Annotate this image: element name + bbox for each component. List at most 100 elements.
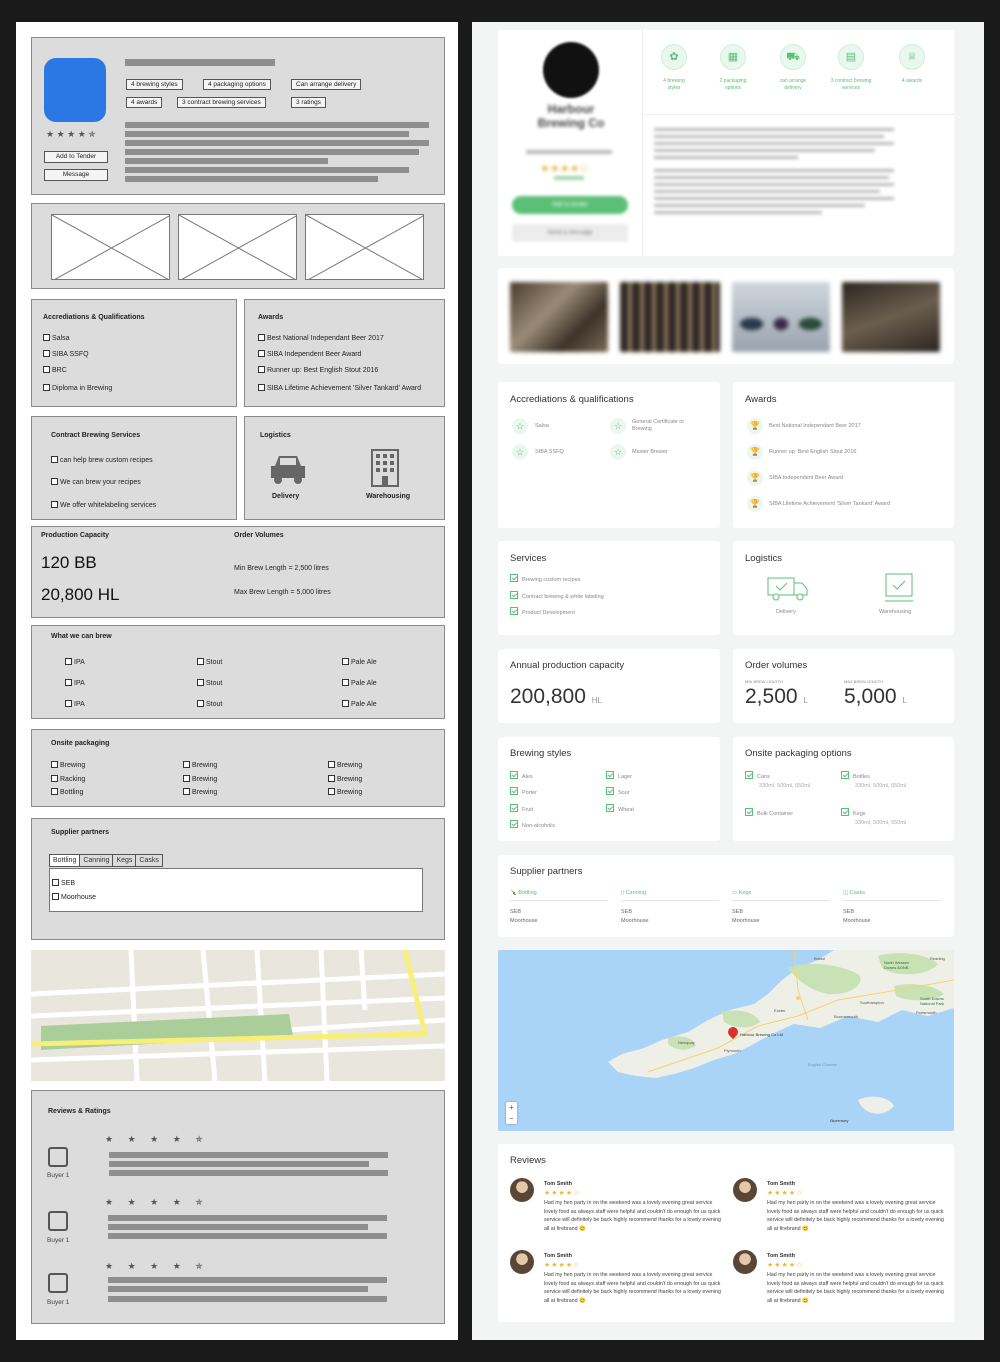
wire-checkbox-item[interactable]: BRC bbox=[43, 366, 67, 374]
order-volumes-card: Order volumes MIN BREW LENGTH 2,500 L MA… bbox=[733, 649, 954, 723]
award-item: SIBA Lifetime Achievement 'Silver Tankar… bbox=[769, 501, 891, 507]
packaging-sizes: 330ml, 500ml, 650ml bbox=[855, 783, 907, 789]
star-badge-icon: ☆ bbox=[610, 444, 626, 460]
stat-label: 4 awards bbox=[901, 78, 923, 84]
wire-checkbox-item[interactable]: Pale Ale bbox=[342, 658, 377, 666]
capacity-card: Annual production capacity 200,800 HL bbox=[498, 649, 720, 723]
wire-tab[interactable]: Casks bbox=[136, 854, 163, 867]
wire-checkbox-item[interactable]: Pale Ale bbox=[342, 679, 377, 687]
accreditations-title: Accrediations & qualifications bbox=[510, 394, 634, 405]
trophy-icon: 🏆 bbox=[747, 470, 763, 486]
wire-checkbox-item[interactable]: SEB bbox=[52, 879, 75, 887]
gallery-photo[interactable] bbox=[842, 282, 940, 352]
service-item: Contract brewing & white labeling bbox=[510, 591, 604, 600]
map-place-label: Newquay bbox=[678, 1040, 695, 1045]
wire-checkbox-item[interactable]: SIBA Independent Beer Award bbox=[258, 350, 361, 358]
packaging-item: Kegs bbox=[841, 808, 866, 817]
wire-checkbox-item[interactable]: We offer whitelabeling services bbox=[51, 501, 156, 509]
gallery-photo[interactable] bbox=[620, 282, 720, 352]
wire-checkbox-item[interactable]: IPA bbox=[65, 658, 85, 666]
wire-checkbox-item[interactable]: Best National Independant Beer 2017 bbox=[258, 334, 384, 342]
wire-checkbox-item[interactable]: Brewing bbox=[51, 761, 85, 769]
wire-checkbox-item[interactable]: Pale Ale bbox=[342, 700, 377, 708]
accreditation-item: Salsa bbox=[535, 423, 549, 429]
packaging-item: Cans bbox=[745, 771, 770, 780]
wire-review-bar bbox=[108, 1277, 387, 1283]
wire-checkbox-item[interactable]: Bottling bbox=[51, 788, 83, 796]
header-divider bbox=[642, 30, 643, 256]
wire-packaging-title: Onsite packaging bbox=[51, 740, 110, 747]
wire-checkbox-item[interactable]: Stout bbox=[197, 700, 222, 708]
supplier-name: SEB bbox=[510, 909, 522, 915]
wire-checkbox-item[interactable]: Brewing bbox=[328, 761, 362, 769]
supplier-category: ▯ Canning bbox=[621, 890, 647, 896]
wire-packaging-panel: Onsite packaging Brewing Racking Bottlin… bbox=[31, 729, 445, 807]
map-place-label: Bournemouth bbox=[834, 1014, 859, 1019]
supplier-name: Moorhouse bbox=[621, 918, 649, 924]
wire-tab[interactable]: Canning bbox=[80, 854, 114, 867]
zoom-in-button[interactable]: + bbox=[506, 1102, 517, 1113]
wire-checkbox-item[interactable]: Stout bbox=[197, 679, 222, 687]
add-to-tender-button[interactable]: Add to tender bbox=[512, 196, 628, 214]
wire-avatar bbox=[48, 1211, 68, 1231]
wire-tab[interactable]: Bottling bbox=[49, 854, 81, 867]
map-place-label: South Downs National Park bbox=[920, 996, 945, 1006]
supplier-category-icon: ▭ bbox=[732, 890, 739, 896]
reviewer-avatar bbox=[510, 1250, 534, 1274]
wire-logistics-panel: Logistics Delivery Warehousing bbox=[244, 416, 445, 520]
accreditation-item: Master Brewer bbox=[632, 449, 668, 455]
wire-checkbox-item[interactable]: Brewing bbox=[183, 775, 217, 783]
wire-checkbox-item[interactable]: IPA bbox=[65, 700, 85, 708]
wire-tag: Can arrange delivery bbox=[291, 79, 362, 90]
wire-checkbox-item[interactable]: Brewing bbox=[183, 761, 217, 769]
map-zoom-controls: + − bbox=[506, 1102, 517, 1124]
map-place-label: Plymouth bbox=[724, 1048, 741, 1053]
wire-text-bar bbox=[125, 176, 378, 182]
trophy-icon: 🏆 bbox=[747, 496, 763, 512]
review-stars: ★★★★☆ bbox=[767, 1262, 804, 1269]
wire-checkbox-item[interactable]: Salsa bbox=[43, 334, 70, 342]
wire-message-button[interactable]: Message bbox=[44, 169, 108, 181]
wire-order-min: Min Brew Length = 2,500 litres bbox=[234, 565, 329, 572]
wire-checkbox-item[interactable]: Moorhouse bbox=[52, 893, 96, 901]
supplier-category: ▭ Kegs bbox=[732, 890, 752, 896]
wire-review-bar bbox=[108, 1286, 368, 1292]
awards-card: Awards 🏆 Best National Independant Beer … bbox=[733, 382, 954, 528]
zoom-out-button[interactable]: − bbox=[506, 1113, 517, 1124]
wire-add-to-tender-button[interactable]: Add to Tender bbox=[44, 151, 108, 163]
brewing-styles-card: Brewing styles Ales Lager Porter Sour Fr… bbox=[498, 737, 720, 841]
review-text: Had my hen party in on the weekend was a… bbox=[544, 1272, 721, 1305]
supplier-name: SEB bbox=[732, 909, 744, 915]
warehouse-icon bbox=[885, 573, 913, 602]
packaging-sizes: 330ml, 500ml, 650ml bbox=[855, 820, 907, 826]
wire-checkbox-item[interactable]: Brewing bbox=[328, 788, 362, 796]
wire-review-bar bbox=[108, 1233, 387, 1239]
review-text: Had my hen party in on the weekend was a… bbox=[767, 1272, 944, 1305]
wire-checkbox-item[interactable]: SIBA SSFQ bbox=[43, 350, 89, 358]
wire-checkbox-item[interactable]: Racking bbox=[51, 775, 85, 783]
location-map[interactable]: Harbour Brewing Co Ltd Bristol Reading N… bbox=[498, 950, 954, 1131]
wire-tab[interactable]: Kegs bbox=[113, 854, 137, 867]
wire-checkbox-item[interactable]: Brewing bbox=[328, 775, 362, 783]
award-item: Runner up: Best English Stout 2016 bbox=[769, 449, 857, 455]
supplier-name: Moorhouse bbox=[510, 918, 538, 924]
wire-checkbox-item[interactable]: We can brew your recipes bbox=[51, 478, 141, 486]
services-title: Services bbox=[510, 553, 547, 564]
wire-checkbox-item[interactable]: Brewing bbox=[183, 788, 217, 796]
wire-map[interactable] bbox=[31, 950, 445, 1081]
gallery-photo[interactable] bbox=[510, 282, 608, 352]
service-item: Product Development bbox=[510, 607, 575, 616]
wire-buyer-label: Buyer 1 bbox=[47, 1299, 70, 1306]
wire-checkbox-item[interactable]: SIBA Lifetime Achievement 'Silver Tankar… bbox=[258, 384, 421, 392]
gallery-photo[interactable] bbox=[732, 282, 830, 352]
supplier-divider bbox=[621, 900, 719, 901]
style-item: Fruit bbox=[510, 804, 533, 813]
send-message-button[interactable]: Send a message bbox=[512, 224, 628, 242]
wire-checkbox-item[interactable]: can help brew custom recipes bbox=[51, 456, 153, 464]
wire-awards-title: Awards bbox=[258, 314, 284, 321]
wire-checkbox-item[interactable]: Stout bbox=[197, 658, 222, 666]
wire-checkbox-item[interactable]: Diploma in Brewing bbox=[43, 384, 112, 392]
style-item: Wheat bbox=[606, 804, 634, 813]
wire-checkbox-item[interactable]: IPA bbox=[65, 679, 85, 687]
wire-checkbox-item[interactable]: Runner up: Best English Stout 2016 bbox=[258, 366, 378, 374]
